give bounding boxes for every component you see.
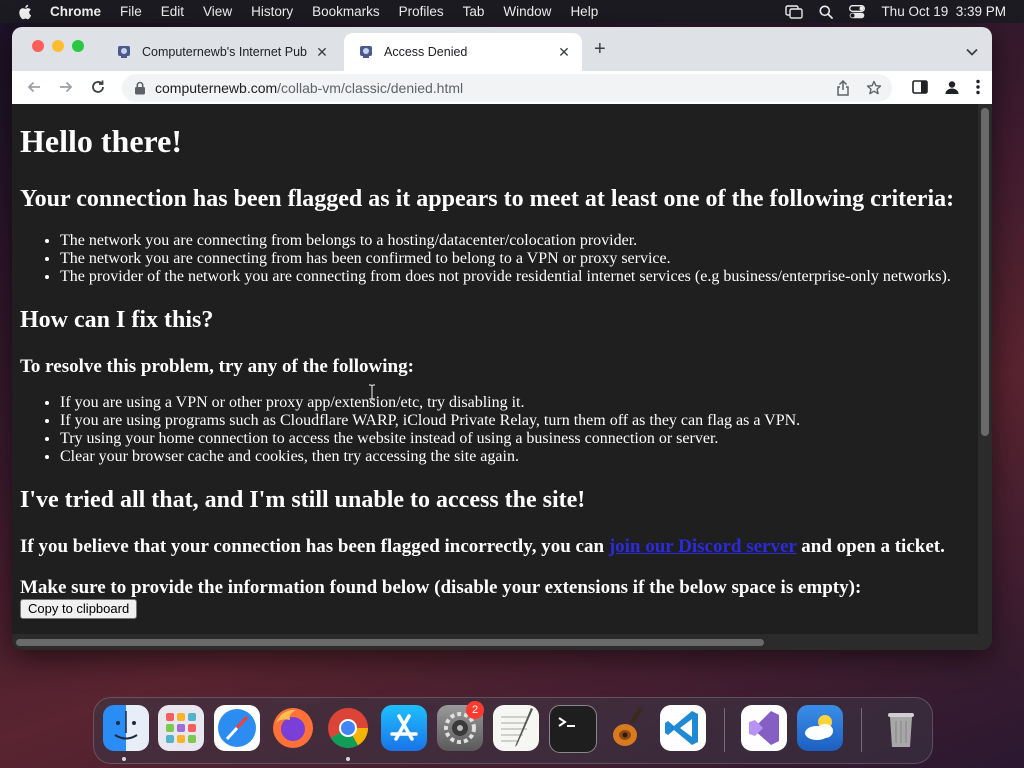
zoom-window-button[interactable] <box>72 40 84 52</box>
apple-icon[interactable] <box>18 4 36 20</box>
list-item: The network you are connecting from belo… <box>60 232 951 250</box>
menu-history[interactable]: History <box>251 4 293 19</box>
forward-arrow-icon[interactable] <box>58 79 74 100</box>
page-heading: Hello there! <box>20 123 183 159</box>
text-cursor-icon <box>369 384 375 400</box>
running-indicator <box>122 757 126 761</box>
menu-app-name[interactable]: Chrome <box>50 4 101 19</box>
fix-heading: How can I fix this? <box>20 307 214 333</box>
list-item: Try using your home connection to access… <box>60 430 800 448</box>
trash-icon[interactable] <box>878 705 924 751</box>
tab-close-icon[interactable]: ✕ <box>554 44 574 61</box>
tab-title: Computernewb's Internet Pub <box>142 45 307 59</box>
incorrect-suffix: and open a ticket. <box>796 536 945 557</box>
discord-link[interactable]: join our Discord server <box>609 536 797 557</box>
browser-toolbar: computernewb.com/collab-vm/classic/denie… <box>12 71 992 105</box>
flagged-incorrectly-text: If you believe that your connection has … <box>20 536 945 558</box>
menu-bar: Chrome File Edit View History Bookmarks … <box>0 0 1024 23</box>
spotlight-search-icon[interactable] <box>819 5 834 19</box>
share-icon[interactable] <box>836 79 850 99</box>
back-arrow-icon[interactable] <box>26 79 42 100</box>
screen-mirroring-icon[interactable] <box>785 4 804 19</box>
chrome-icon[interactable] <box>325 705 371 751</box>
menu-tab[interactable]: Tab <box>463 4 485 19</box>
provide-info-text: Make sure to provide the information fou… <box>20 577 862 598</box>
computernewb-favicon-icon <box>360 46 372 58</box>
weather-icon[interactable] <box>797 705 843 751</box>
control-center-icon[interactable] <box>849 4 866 19</box>
profile-avatar-icon[interactable] <box>944 79 960 100</box>
url-path: /collab-vm/classic/denied.html <box>277 80 464 96</box>
terminal-icon[interactable] <box>549 705 597 753</box>
list-item: The network you are connecting from has … <box>60 250 951 268</box>
address-bar[interactable]: computernewb.com/collab-vm/classic/denie… <box>122 74 892 102</box>
garageband-icon[interactable] <box>605 705 651 751</box>
site-info-icon[interactable] <box>134 81 146 95</box>
new-tab-icon[interactable]: + <box>594 39 606 59</box>
copy-to-clipboard-button[interactable]: Copy to clipboard <box>20 599 138 619</box>
incorrect-prefix: If you believe that your connection has … <box>20 536 609 557</box>
textedit-icon[interactable] <box>493 705 539 751</box>
side-panel-icon[interactable] <box>912 80 928 99</box>
bookmark-star-icon[interactable] <box>866 80 882 99</box>
menu-edit[interactable]: Edit <box>161 4 184 19</box>
vertical-scrollbar[interactable] <box>978 104 992 634</box>
launchpad-icon[interactable] <box>158 705 204 751</box>
page-content: Hello there! Your connection has been fl… <box>12 104 978 634</box>
chrome-menu-kebab-icon[interactable] <box>976 79 980 100</box>
safari-icon[interactable] <box>214 705 260 751</box>
finder-icon[interactable] <box>103 705 149 751</box>
list-item: The provider of the network you are conn… <box>60 268 951 286</box>
scrollbar-thumb[interactable] <box>16 639 764 646</box>
menu-help[interactable]: Help <box>570 4 598 19</box>
menu-profiles[interactable]: Profiles <box>399 4 444 19</box>
tab-access-denied[interactable]: Access Denied ✕ <box>344 33 582 71</box>
minimize-window-button[interactable] <box>52 40 64 52</box>
dock-separator <box>861 708 862 752</box>
tab-strip: Computernewb's Internet Pub ✕ Access Den… <box>12 27 992 71</box>
firefox-icon[interactable] <box>270 705 316 751</box>
list-item: If you are using a VPN or other proxy ap… <box>60 394 800 412</box>
dock: 2 <box>93 697 933 764</box>
menu-clock[interactable]: Thu Oct 19 3:39 PM <box>881 4 1006 19</box>
menu-window[interactable]: Window <box>503 4 551 19</box>
criteria-list: The network you are connecting from belo… <box>20 232 951 286</box>
horizontal-scrollbar[interactable] <box>12 634 992 650</box>
browser-window: Computernewb's Internet Pub ✕ Access Den… <box>12 27 992 650</box>
resolve-heading: To resolve this problem, try any of the … <box>20 356 414 377</box>
notification-badge: 2 <box>466 701 484 719</box>
close-window-button[interactable] <box>32 40 44 52</box>
fixes-list: If you are using a VPN or other proxy ap… <box>20 394 800 466</box>
list-item: If you are using programs such as Cloudf… <box>60 412 800 430</box>
criteria-heading: Your connection has been flagged as it a… <box>20 186 955 212</box>
menu-bookmarks[interactable]: Bookmarks <box>312 4 380 19</box>
window-controls <box>32 40 84 52</box>
running-indicator <box>346 757 350 761</box>
tab-search-chevron-down-icon[interactable] <box>966 43 978 61</box>
dock-separator <box>724 708 725 752</box>
menu-file[interactable]: File <box>120 4 142 19</box>
tried-heading: I've tried all that, and I'm still unabl… <box>20 487 586 513</box>
reload-icon[interactable] <box>90 79 106 100</box>
app-store-icon[interactable] <box>381 705 427 751</box>
computernewb-favicon-icon <box>118 46 130 58</box>
visual-studio-icon[interactable] <box>741 705 787 751</box>
scrollbar-thumb[interactable] <box>981 108 989 436</box>
tab-computernewb[interactable]: Computernewb's Internet Pub ✕ <box>102 33 340 71</box>
url-domain: computernewb.com <box>155 80 278 96</box>
tab-title: Access Denied <box>384 45 468 59</box>
list-item: Clear your browser cache and cookies, th… <box>60 448 800 466</box>
vscode-icon[interactable] <box>660 705 706 751</box>
menu-view[interactable]: View <box>203 4 232 19</box>
tab-close-icon[interactable]: ✕ <box>312 44 332 61</box>
